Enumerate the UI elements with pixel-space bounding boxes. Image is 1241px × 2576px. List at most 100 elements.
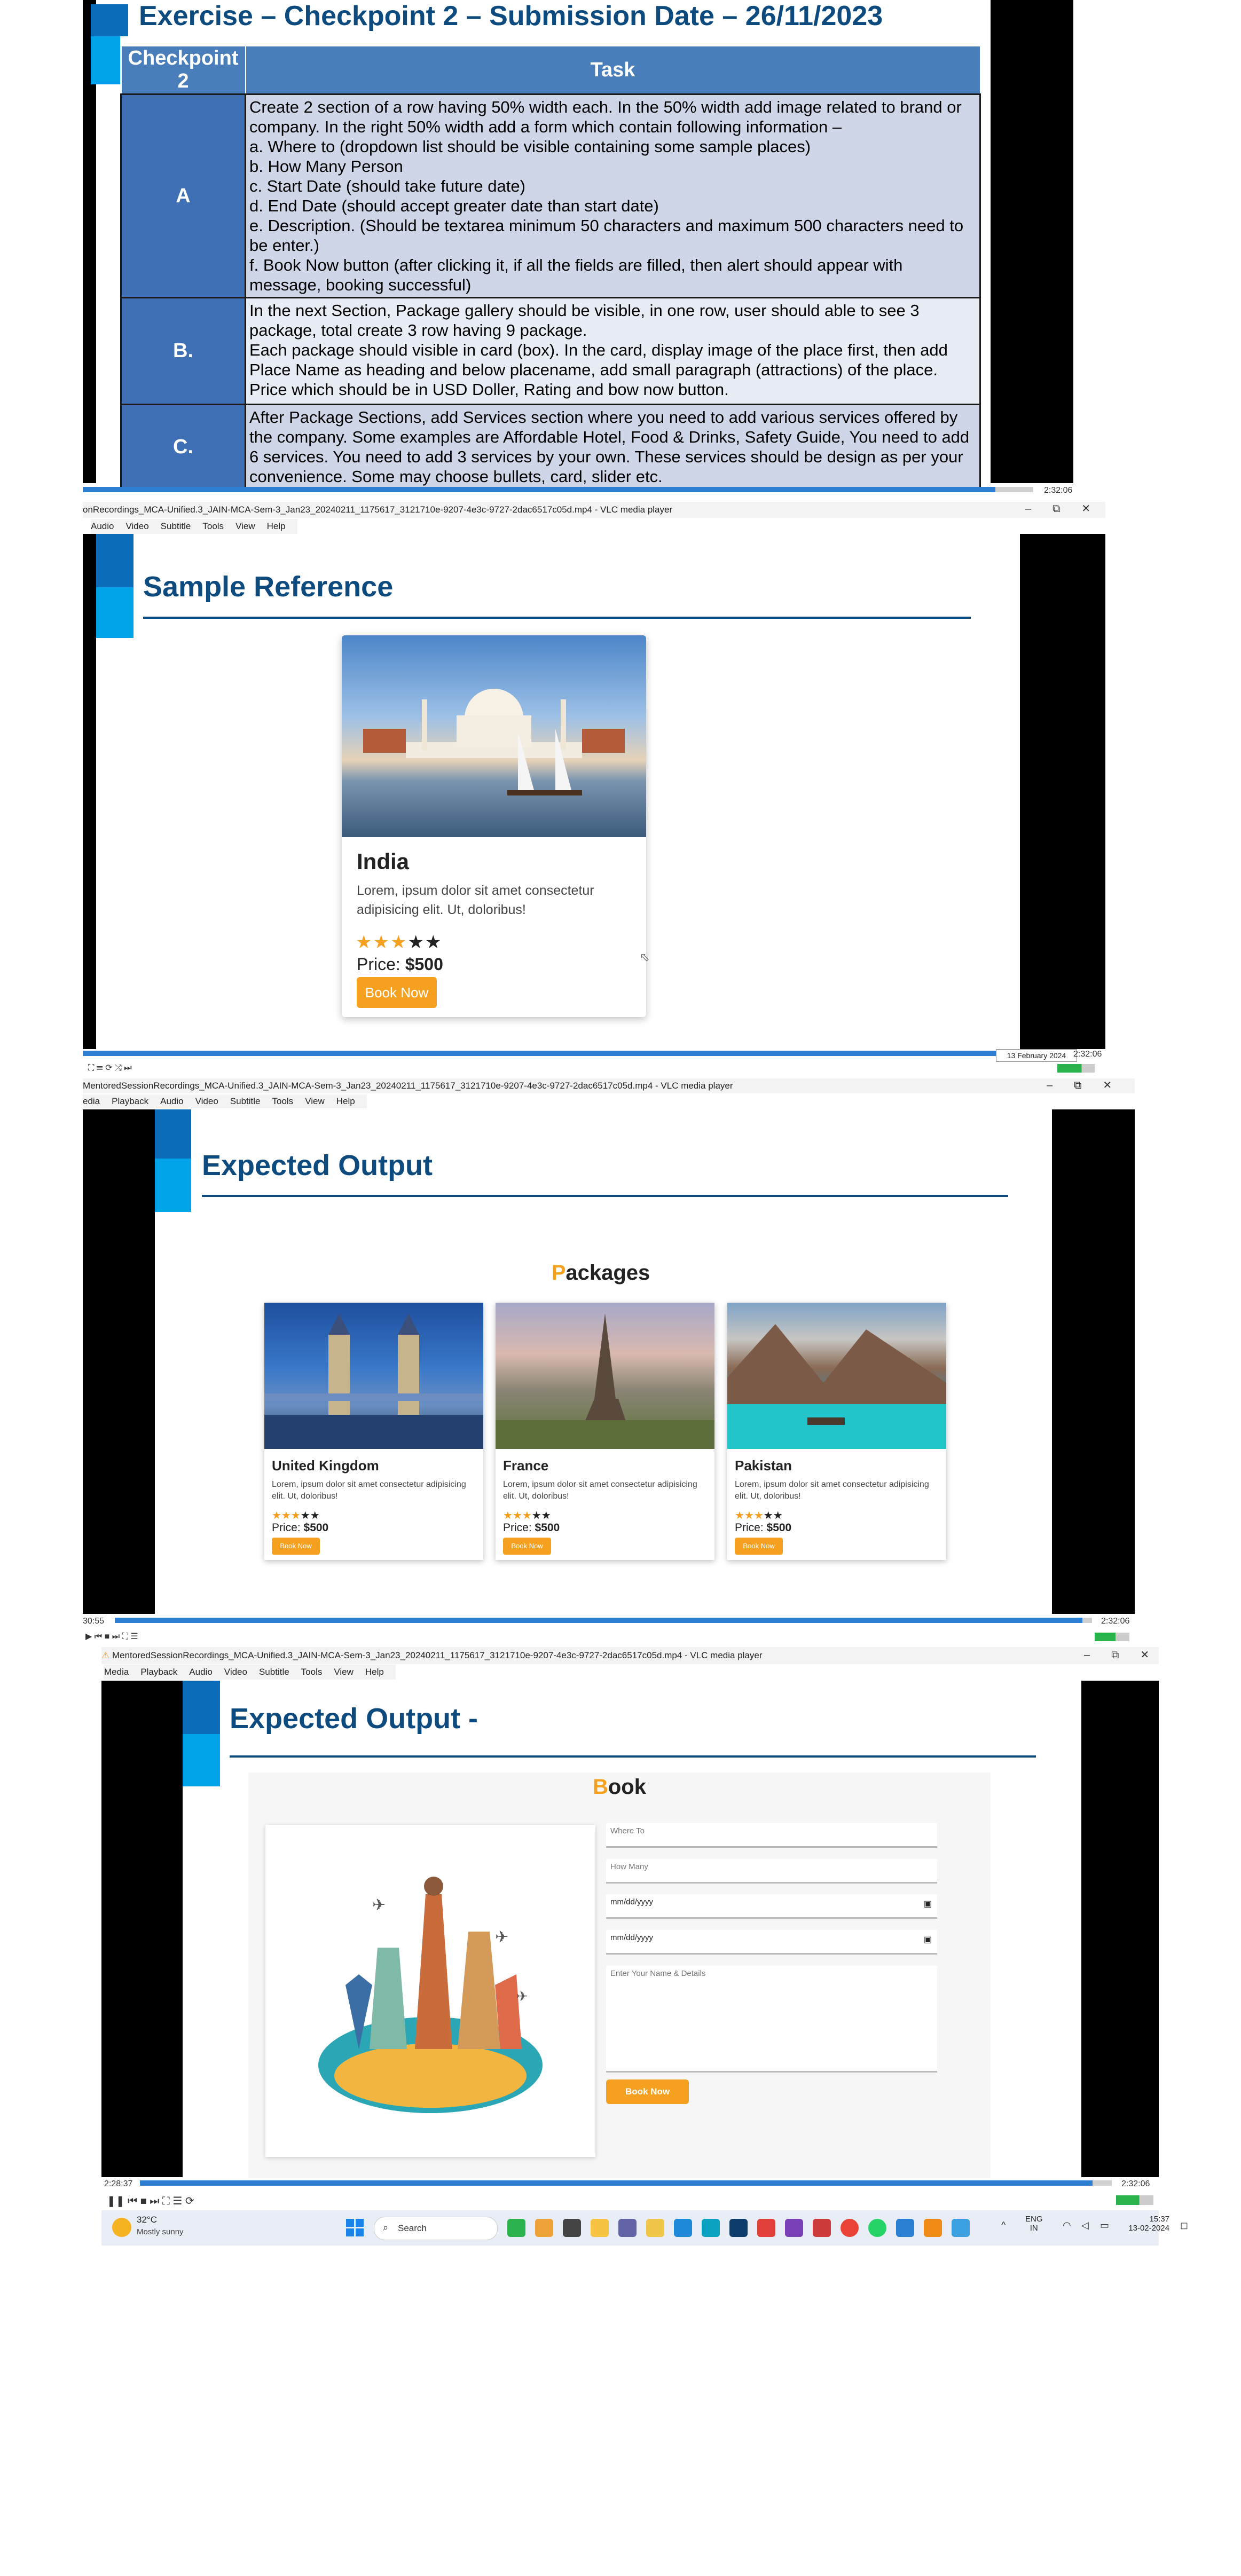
next-icon[interactable]: ⏭	[150, 2195, 159, 2207]
book-now-button[interactable]: Book Now	[503, 1538, 551, 1555]
app-icon[interactable]	[757, 2219, 775, 2237]
end-date-field[interactable]: mm/dd/yyyy ▣	[606, 1930, 937, 1955]
uk-image	[264, 1303, 483, 1449]
where-to-field[interactable]: Where To	[606, 1823, 937, 1848]
seek-bar[interactable]	[83, 1051, 1012, 1056]
menu-video[interactable]: Video	[125, 521, 148, 531]
menu-audio[interactable]: Audio	[189, 1667, 212, 1677]
book-now-button[interactable]: Book Now	[272, 1538, 320, 1555]
close-icon[interactable]: ✕	[1081, 503, 1090, 515]
menu-video[interactable]: Video	[224, 1667, 247, 1677]
notification-icon[interactable]: ◻	[1180, 2220, 1188, 2231]
prev-icon[interactable]: ⏮	[128, 2195, 137, 2207]
maximize-icon[interactable]: ⧉	[1074, 1080, 1081, 1091]
volume-slider[interactable]	[1057, 1064, 1095, 1073]
start-date-field[interactable]: mm/dd/yyyy ▣	[606, 1894, 937, 1919]
window-controls: – ⧉ ✕	[1025, 1078, 1112, 1092]
app-icon[interactable]	[702, 2219, 720, 2237]
details-textarea[interactable]: Enter Your Name & Details	[606, 1966, 937, 2073]
app-icon[interactable]	[813, 2219, 831, 2237]
speaker-icon[interactable]: ◁	[1081, 2220, 1089, 2231]
playlist-icon[interactable]: ☰	[97, 1064, 103, 1073]
folder-icon[interactable]	[646, 2219, 664, 2237]
file-explorer-icon[interactable]	[591, 2219, 609, 2237]
star-icon: ★	[373, 932, 390, 952]
seek-bar[interactable]	[83, 487, 1033, 492]
chevron-up-icon[interactable]: ^	[1001, 2220, 1006, 2231]
app-icon[interactable]	[563, 2219, 581, 2237]
playlist-icon[interactable]: ☰	[130, 1632, 138, 1641]
app-icon[interactable]	[785, 2219, 803, 2237]
app-icon[interactable]	[507, 2219, 525, 2237]
chrome-icon[interactable]	[841, 2219, 859, 2237]
menu-subtitle[interactable]: Subtitle	[161, 521, 191, 531]
taskbar-search[interactable]: ⌕ Search	[374, 2217, 498, 2240]
minimize-icon[interactable]: –	[1047, 1080, 1053, 1091]
menu-help[interactable]: Help	[365, 1667, 384, 1677]
maximize-icon[interactable]: ⧉	[1111, 1649, 1119, 1661]
menu-media[interactable]: edia	[83, 1096, 100, 1106]
clock[interactable]: 15:37 13-02-2024	[1127, 2215, 1169, 2233]
seek-bar[interactable]	[140, 2180, 1112, 2186]
app-icon[interactable]	[535, 2219, 553, 2237]
volume-slider[interactable]	[1116, 2195, 1153, 2205]
maximize-icon[interactable]: ⧉	[1053, 503, 1060, 515]
seek-bar[interactable]	[115, 1618, 1092, 1623]
whatsapp-icon[interactable]	[868, 2219, 886, 2237]
menu-subtitle[interactable]: Subtitle	[230, 1096, 261, 1106]
menu-playback[interactable]: Playback	[112, 1096, 148, 1106]
calendar-icon[interactable]: ▣	[924, 1898, 932, 1909]
stop-icon[interactable]: ■	[140, 2195, 147, 2207]
menu-help[interactable]: Help	[267, 521, 286, 531]
fullscreen-icon[interactable]: ⛶	[122, 1632, 128, 1641]
slide-decoration-dark	[91, 4, 128, 36]
menu-help[interactable]: Help	[336, 1096, 355, 1106]
store-icon[interactable]	[729, 2219, 748, 2237]
volume-slider[interactable]	[1095, 1633, 1129, 1641]
app-icon[interactable]	[952, 2219, 970, 2237]
menu-playback[interactable]: Playback	[140, 1667, 177, 1677]
next-icon[interactable]: ⏭	[112, 1632, 120, 1641]
pause-icon[interactable]: ❚❚	[107, 2195, 125, 2207]
calendar-icon[interactable]: ▣	[924, 1934, 932, 1945]
menu-video[interactable]: Video	[195, 1096, 218, 1106]
menu-audio[interactable]: Audio	[160, 1096, 183, 1106]
fullscreen-icon[interactable]: ⛶	[88, 1064, 94, 1073]
book-now-button[interactable]: Book Now	[606, 2079, 689, 2104]
teams-icon[interactable]	[618, 2219, 637, 2237]
frame-step-icon[interactable]: ⏭	[124, 1064, 131, 1073]
menu-subtitle[interactable]: Subtitle	[259, 1667, 289, 1677]
play-icon[interactable]: ▶	[85, 1632, 92, 1641]
windows-start-icon[interactable]	[346, 2219, 364, 2237]
vlc-icon[interactable]	[924, 2219, 942, 2237]
language-indicator[interactable]: ENG IN	[1025, 2215, 1043, 2233]
minimize-icon[interactable]: –	[1084, 1649, 1090, 1661]
menu-audio[interactable]: Audio	[91, 521, 114, 531]
loop-icon[interactable]: ⟳	[185, 2195, 194, 2207]
edge-icon[interactable]	[674, 2219, 692, 2237]
fullscreen-icon[interactable]: ⛶	[162, 2195, 170, 2207]
menu-view[interactable]: View	[334, 1667, 354, 1677]
playlist-icon[interactable]: ☰	[172, 2195, 182, 2207]
rating-stars: ★★★★★	[356, 932, 442, 953]
menu-tools[interactable]: Tools	[202, 521, 224, 531]
battery-icon[interactable]: ▭	[1100, 2220, 1109, 2231]
book-now-button[interactable]: Book Now	[357, 977, 437, 1008]
vlc-menu-bar: Media Playback Audio Video Subtitle Tools View…	[104, 1665, 396, 1680]
close-icon[interactable]: ✕	[1140, 1649, 1149, 1661]
stop-icon[interactable]: ■	[105, 1632, 110, 1641]
shuffle-icon[interactable]: ⤮	[115, 1064, 122, 1073]
loop-icon[interactable]: ⟳	[105, 1064, 112, 1073]
menu-tools[interactable]: Tools	[272, 1096, 294, 1106]
close-icon[interactable]: ✕	[1103, 1080, 1112, 1091]
vscode-icon[interactable]	[896, 2219, 914, 2237]
menu-view[interactable]: View	[235, 521, 255, 531]
menu-tools[interactable]: Tools	[301, 1667, 323, 1677]
menu-media[interactable]: Media	[104, 1667, 129, 1677]
how-many-field[interactable]: How Many	[606, 1859, 937, 1884]
minimize-icon[interactable]: –	[1025, 503, 1031, 515]
wifi-icon[interactable]: ◠	[1063, 2220, 1071, 2231]
book-now-button[interactable]: Book Now	[735, 1538, 783, 1555]
prev-icon[interactable]: ⏮	[95, 1632, 102, 1641]
menu-view[interactable]: View	[305, 1096, 325, 1106]
